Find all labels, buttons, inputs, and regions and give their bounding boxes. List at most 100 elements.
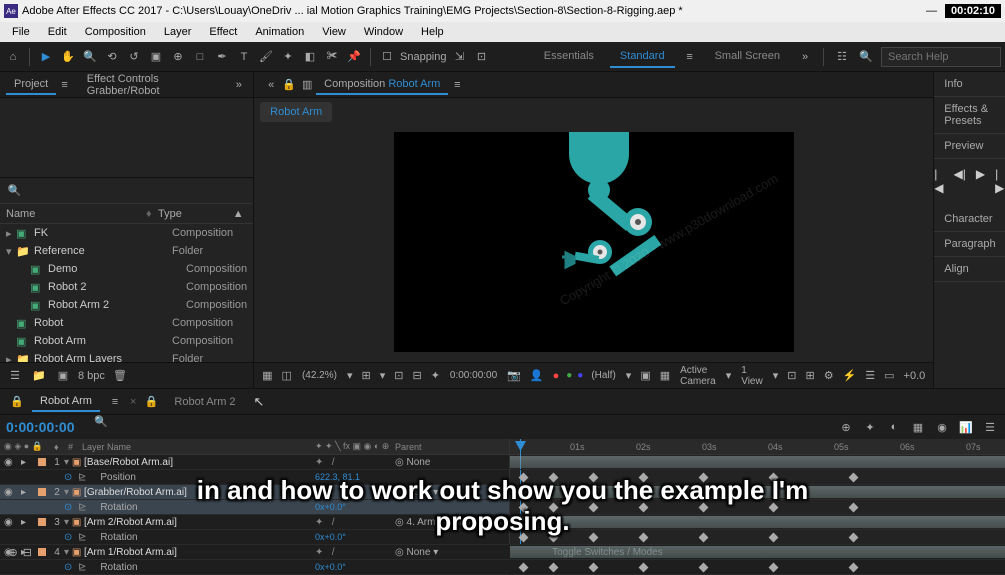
channel-icon[interactable]: ● — [551, 370, 562, 382]
col-type-header[interactable]: Type — [158, 208, 182, 220]
trash-icon[interactable]: 🗑 — [111, 367, 129, 385]
workspace-standard[interactable]: Standard — [610, 46, 675, 68]
layer-property-row[interactable]: ⊙⊵ Rotation0x+0.0° — [0, 500, 509, 515]
workspace-menu-icon[interactable]: ≡ — [681, 48, 699, 66]
keyframe[interactable] — [589, 503, 599, 513]
layer-property-row[interactable]: ⊙⊵ Rotation0x+0.0° — [0, 560, 509, 575]
region-icon[interactable]: ▣ — [638, 369, 652, 382]
camera-dropdown[interactable]: Active Camera — [677, 365, 719, 387]
brush-tool-icon[interactable]: 🖌 — [257, 48, 275, 66]
fast-preview-icon[interactable]: ⚡ — [841, 369, 859, 382]
snapping-checkbox[interactable]: ☐ — [378, 48, 396, 66]
pixel-icon[interactable]: ⚙ — [822, 369, 836, 382]
project-row[interactable]: ▣Robot 2Composition — [0, 278, 253, 296]
time-ruler[interactable]: 01s02s03s04s05s06s07s — [510, 439, 1005, 455]
menu-effect[interactable]: Effect — [201, 24, 245, 40]
selection-tool-icon[interactable]: ▶ — [37, 48, 55, 66]
effects-section[interactable]: Effects & Presets — [934, 97, 1005, 134]
keyframe[interactable] — [849, 473, 859, 483]
snapshot-icon[interactable]: 📷 — [505, 369, 523, 382]
next-frame-icon[interactable]: |▶ — [995, 167, 1004, 195]
menu-animation[interactable]: Animation — [247, 24, 312, 40]
tab-close-icon[interactable]: × — [130, 396, 136, 408]
keyframe[interactable] — [699, 473, 709, 483]
res-icon[interactable]: ⊞ — [360, 369, 373, 382]
keyframe[interactable] — [519, 503, 529, 513]
tl-opt2-icon[interactable]: ✦ — [861, 418, 879, 436]
roto-tool-icon[interactable]: ✀ — [323, 48, 341, 66]
transparent-icon[interactable]: ▦ — [658, 369, 672, 382]
camera-tool-icon[interactable]: ▣ — [147, 48, 165, 66]
info-section[interactable]: Info — [934, 72, 1005, 97]
comp-tab-menu-icon[interactable]: ≡ — [448, 76, 466, 94]
libraries-icon[interactable]: ☷ — [833, 48, 851, 66]
keyframe[interactable] — [549, 563, 559, 573]
project-row[interactable]: ▣Robot ArmComposition — [0, 332, 253, 350]
view-opt1-icon[interactable]: ⊡ — [785, 369, 798, 382]
pan-behind-tool-icon[interactable]: ⊕ — [169, 48, 187, 66]
keyframe[interactable] — [769, 563, 779, 573]
keyframe[interactable] — [639, 473, 649, 483]
half-dropdown[interactable]: (Half) — [588, 370, 618, 381]
flowchart-icon[interactable]: ▭ — [882, 369, 896, 382]
menu-view[interactable]: View — [314, 24, 354, 40]
minimize-button[interactable]: — — [926, 5, 937, 17]
view-opt2-icon[interactable]: ⊞ — [803, 369, 816, 382]
exposure-icon[interactable]: +0.0 — [902, 370, 928, 382]
play-icon[interactable]: ▶ — [976, 167, 985, 195]
project-search-input[interactable] — [23, 185, 247, 197]
track[interactable] — [510, 455, 1005, 470]
tl-brain-icon[interactable]: ☰ — [981, 418, 999, 436]
goto-start-icon[interactable]: |◀ — [934, 167, 943, 195]
pen-tool-icon[interactable]: ✒ — [213, 48, 231, 66]
track[interactable] — [510, 485, 1005, 500]
snap-opt2-icon[interactable]: ⊡ — [473, 48, 491, 66]
time-readout[interactable]: 0:00:00:00 — [447, 370, 500, 381]
eraser-tool-icon[interactable]: ◧ — [301, 48, 319, 66]
layer-name-col[interactable]: Layer Name — [82, 442, 315, 452]
tl-collapse-icon[interactable]: ⊟ — [20, 543, 34, 561]
keyframe[interactable] — [639, 563, 649, 573]
keyframe[interactable] — [849, 563, 859, 573]
alpha-icon[interactable]: ▦ — [260, 369, 274, 382]
guide-icon[interactable]: ✦ — [429, 369, 442, 382]
keyframe[interactable] — [519, 473, 529, 483]
new-comp-icon[interactable]: ▣ — [54, 367, 72, 385]
keyframe[interactable] — [549, 533, 559, 543]
keyframe[interactable] — [589, 473, 599, 483]
show-snap-icon[interactable]: 👤 — [528, 369, 546, 382]
keyframe[interactable] — [769, 503, 779, 513]
label-icon[interactable]: ▲ — [229, 205, 247, 223]
preview-section[interactable]: Preview≡ — [934, 134, 1005, 159]
project-tab[interactable]: Project — [6, 75, 56, 95]
timeline-icon[interactable]: ☰ — [863, 369, 877, 382]
align-section[interactable]: Align — [934, 257, 1005, 282]
comp-lock-icon[interactable]: 🔒 — [280, 76, 298, 94]
safe-icon[interactable]: ⊡ — [392, 369, 405, 382]
orbit-tool-icon[interactable]: ⟲ — [103, 48, 121, 66]
layer-row[interactable]: ◉ ▸2▾ ▣ [Grabber/Robot Arm.ai]✦ / ◎ None… — [0, 485, 509, 500]
comp-canvas[interactable]: Copyright © 2020 - www.p30download.com — [394, 132, 794, 352]
layer-row[interactable]: ◉ ▸3▾ ▣ [Arm 2/Robot Arm.ai]✦ / ◎ 4. Arm… — [0, 515, 509, 530]
panel-chevron-icon[interactable]: » — [231, 76, 248, 94]
menu-composition[interactable]: Composition — [77, 24, 154, 40]
keyframe[interactable] — [769, 473, 779, 483]
rotate-tool-icon[interactable]: ↺ — [125, 48, 143, 66]
project-row[interactable]: ▣DemoComposition — [0, 260, 253, 278]
project-row[interactable]: ▣Robot Arm 2Composition — [0, 296, 253, 314]
keyframe[interactable] — [639, 503, 649, 513]
grid-icon[interactable]: ⊟ — [410, 369, 423, 382]
menu-window[interactable]: Window — [356, 24, 411, 40]
tl-lock2-icon[interactable]: 🔒 — [142, 393, 160, 411]
type-tool-icon[interactable]: T — [235, 48, 253, 66]
track[interactable] — [510, 515, 1005, 530]
new-folder-icon[interactable]: 📁 — [30, 367, 48, 385]
layer-row[interactable]: ◉ ▸1▾ ▣ [Base/Robot Arm.ai]✦ / ◎ None — [0, 455, 509, 470]
tl-tab1-menu-icon[interactable]: ≡ — [106, 393, 124, 411]
workspace-small[interactable]: Small Screen — [705, 46, 790, 68]
menu-edit[interactable]: Edit — [40, 24, 75, 40]
character-section[interactable]: Character — [934, 207, 1005, 232]
bpc-label[interactable]: 8 bpc — [78, 370, 105, 382]
menu-help[interactable]: Help — [413, 24, 452, 40]
viewport[interactable]: Copyright © 2020 - www.p30download.com — [254, 122, 933, 362]
